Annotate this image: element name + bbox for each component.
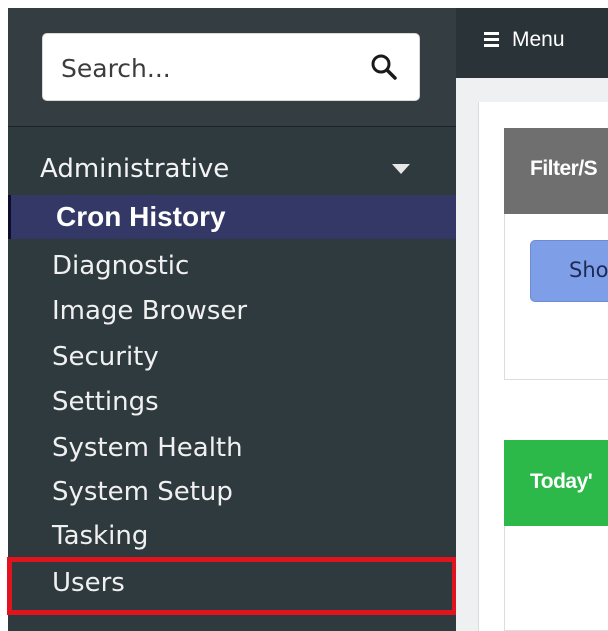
- sidebar-item-diagnostic[interactable]: Diagnostic: [8, 246, 456, 290]
- hamburger-icon: [484, 32, 499, 47]
- app-screen: Administrative Cron History Diagnostic I…: [0, 0, 608, 631]
- sidebar-item-label: Image Browser: [52, 296, 248, 326]
- today-panel-body: [504, 526, 608, 631]
- sidebar-item-system-setup[interactable]: System Setup: [8, 472, 456, 516]
- filter-panel-title: Filter/S: [530, 157, 598, 180]
- sidebar-item-label: Cron History: [56, 201, 226, 232]
- search-box[interactable]: [42, 33, 420, 101]
- sidebar-item-label: Users: [52, 568, 125, 598]
- menu-toggle-button[interactable]: Menu: [484, 28, 565, 58]
- sidebar-search-area: [8, 8, 456, 127]
- sidebar-item-settings[interactable]: Settings: [8, 382, 456, 426]
- sidebar: Administrative Cron History Diagnostic I…: [7, 8, 457, 631]
- sidebar-item-label: System Setup: [52, 477, 233, 507]
- search-icon[interactable]: [369, 52, 399, 82]
- sidebar-item-label: Tasking: [52, 521, 149, 551]
- show-button-label: Sho: [569, 258, 608, 282]
- sidebar-item-image-browser[interactable]: Image Browser: [8, 291, 456, 335]
- sidebar-item-label: System Health: [52, 433, 243, 463]
- caret-down-icon[interactable]: [392, 164, 410, 175]
- sidebar-item-tasking[interactable]: Tasking: [8, 516, 456, 560]
- sidebar-item-cron-history[interactable]: Cron History: [8, 195, 456, 239]
- sidebar-group-administrative[interactable]: Administrative: [8, 148, 456, 192]
- filter-panel-header[interactable]: Filter/S: [504, 128, 608, 214]
- sidebar-item-system-health[interactable]: System Health: [8, 428, 456, 472]
- sidebar-item-label: Settings: [52, 387, 159, 417]
- today-panel-header[interactable]: Today': [504, 440, 608, 526]
- sidebar-item-label: Diagnostic: [52, 251, 190, 281]
- show-button[interactable]: Sho: [530, 240, 608, 302]
- sidebar-item-label: Security: [52, 342, 159, 372]
- sidebar-group-label: Administrative: [40, 154, 230, 184]
- sidebar-item-security[interactable]: Security: [8, 337, 456, 381]
- menu-label: Menu: [512, 28, 565, 51]
- sidebar-item-users[interactable]: Users: [7, 557, 457, 615]
- today-panel-title: Today': [530, 470, 593, 493]
- search-input[interactable]: [59, 45, 353, 91]
- top-navbar: Menu: [456, 8, 608, 90]
